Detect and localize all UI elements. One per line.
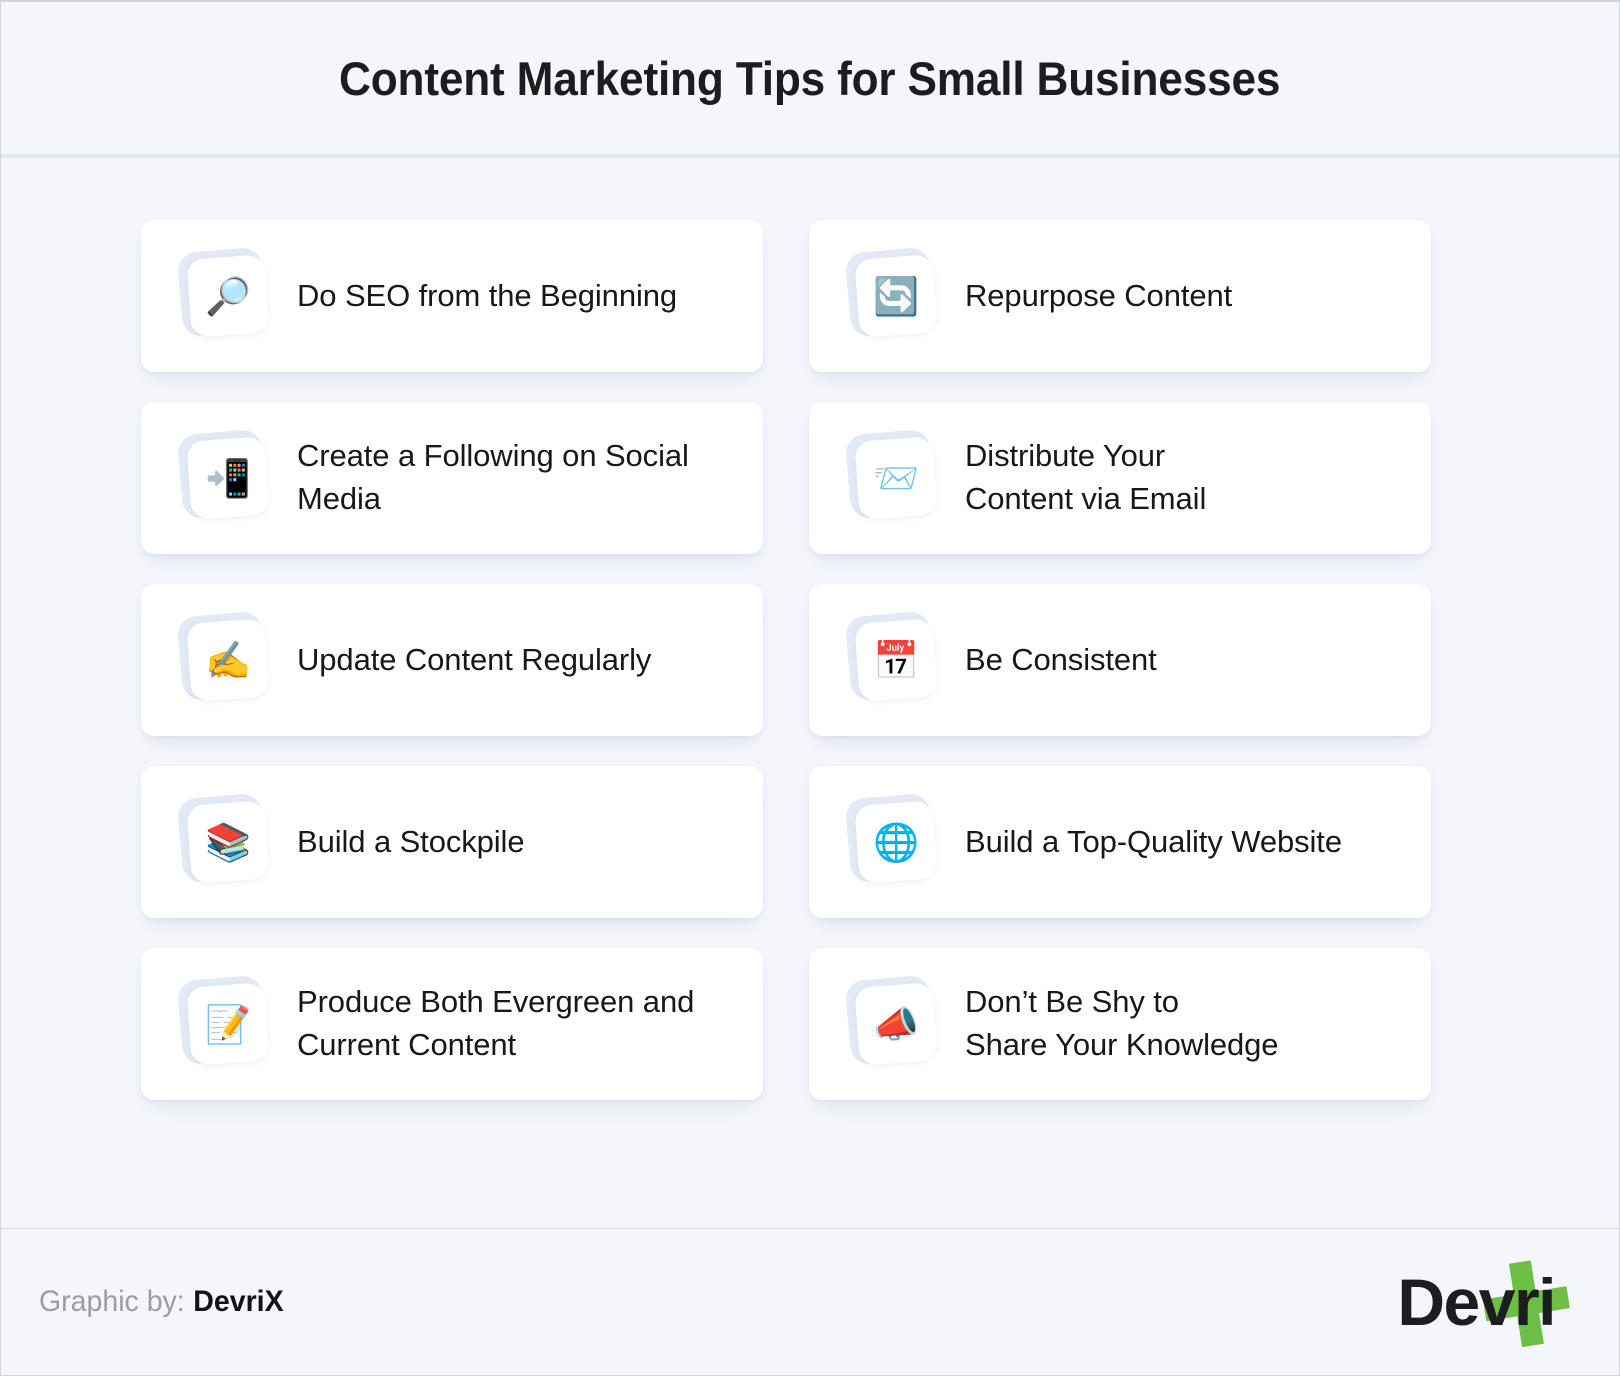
devrix-logo: Devri [1397, 1254, 1573, 1350]
tip-label: Don’t Be Shy to Share Your Knowledge [965, 984, 1279, 1062]
icon-front-tile: 🔎 [186, 254, 270, 338]
tip-label: Be Consistent [965, 641, 1157, 677]
poster-header: Content Marketing Tips for Small Busines… [1, 2, 1619, 158]
icon-front-tile: 📣 [854, 982, 938, 1066]
tip-icon-wrap: 🔄 [844, 246, 938, 338]
tip-card[interactable]: 📝 Produce Both Evergreen and Current Con… [141, 948, 763, 1100]
tip-card[interactable]: 📨 Distribute Your Content via Email [809, 402, 1431, 554]
tip-label: Do SEO from the Beginning [297, 277, 678, 313]
tip-icon-wrap: ✍️ [176, 610, 270, 702]
megaphone-icon: 📣 [872, 1002, 920, 1046]
tips-body: 🔎 Do SEO from the Beginning 🔄 Repurpose … [1, 158, 1619, 1229]
tip-card[interactable]: 📣 Don’t Be Shy to Share Your Knowledge [809, 948, 1431, 1100]
tip-card[interactable]: ✍️ Update Content Regularly [141, 584, 763, 736]
tips-grid: 🔎 Do SEO from the Beginning 🔄 Repurpose … [141, 220, 1479, 1100]
icon-front-tile: 🔄 [854, 254, 938, 338]
tip-card[interactable]: 🔎 Do SEO from the Beginning [141, 220, 763, 372]
memo-icon: 📝 [204, 1002, 252, 1046]
infographic-poster: Content Marketing Tips for Small Busines… [0, 0, 1620, 1376]
counterclockwise-arrows-icon: 🔄 [872, 274, 920, 318]
icon-front-tile: 📨 [854, 436, 938, 520]
icon-front-tile: 📝 [186, 982, 270, 1066]
credit-brand-name: DevriX [193, 1285, 284, 1318]
icon-front-tile: 📅 [854, 618, 938, 702]
icon-front-tile: ✍️ [186, 618, 270, 702]
credit-line: Graphic by: DevriX [39, 1285, 284, 1319]
tip-card[interactable]: 📚 Build a Stockpile [141, 766, 763, 918]
magnifying-glass-icon: 🔎 [204, 274, 252, 318]
page-title: Content Marketing Tips for Small Busines… [339, 51, 1281, 105]
tip-label: Create a Following on Social Media [297, 438, 689, 516]
writing-hand-icon: ✍️ [204, 638, 252, 682]
poster-footer: Graphic by: DevriX Devri [1, 1229, 1619, 1375]
tip-icon-wrap: 🔎 [176, 246, 270, 338]
icon-front-tile: 📲 [186, 436, 270, 520]
tip-icon-wrap: 📅 [844, 610, 938, 702]
spiral-calendar-icon: 📅 [872, 638, 920, 682]
tip-label: Distribute Your Content via Email [965, 438, 1207, 516]
tip-icon-wrap: 📣 [844, 974, 938, 1066]
globe-with-meridians-icon: 🌐 [872, 820, 920, 864]
icon-front-tile: 📚 [186, 800, 270, 884]
tip-icon-wrap: 🌐 [844, 792, 938, 884]
credit-prefix-label: Graphic by: [39, 1285, 185, 1318]
tip-card[interactable]: 🔄 Repurpose Content [809, 220, 1431, 372]
icon-front-tile: 🌐 [854, 800, 938, 884]
mobile-phone-with-arrow-icon: 📲 [204, 456, 252, 500]
tip-label: Repurpose Content [965, 277, 1233, 313]
tip-card[interactable]: 🌐 Build a Top-Quality Website [809, 766, 1431, 918]
tip-label: Build a Top-Quality Website [965, 823, 1342, 859]
tip-label: Update Content Regularly [297, 641, 652, 677]
tip-icon-wrap: 📝 [176, 974, 270, 1066]
tip-label: Produce Both Evergreen and Current Conte… [297, 984, 695, 1062]
devrix-logo-wordmark: Devri [1397, 1265, 1556, 1339]
tip-card[interactable]: 📲 Create a Following on Social Media [141, 402, 763, 554]
tip-icon-wrap: 📚 [176, 792, 270, 884]
tip-icon-wrap: 📨 [844, 428, 938, 520]
books-icon: 📚 [204, 820, 252, 864]
incoming-envelope-icon: 📨 [872, 456, 920, 500]
tip-icon-wrap: 📲 [176, 428, 270, 520]
tip-card[interactable]: 📅 Be Consistent [809, 584, 1431, 736]
tip-label: Build a Stockpile [297, 823, 525, 859]
